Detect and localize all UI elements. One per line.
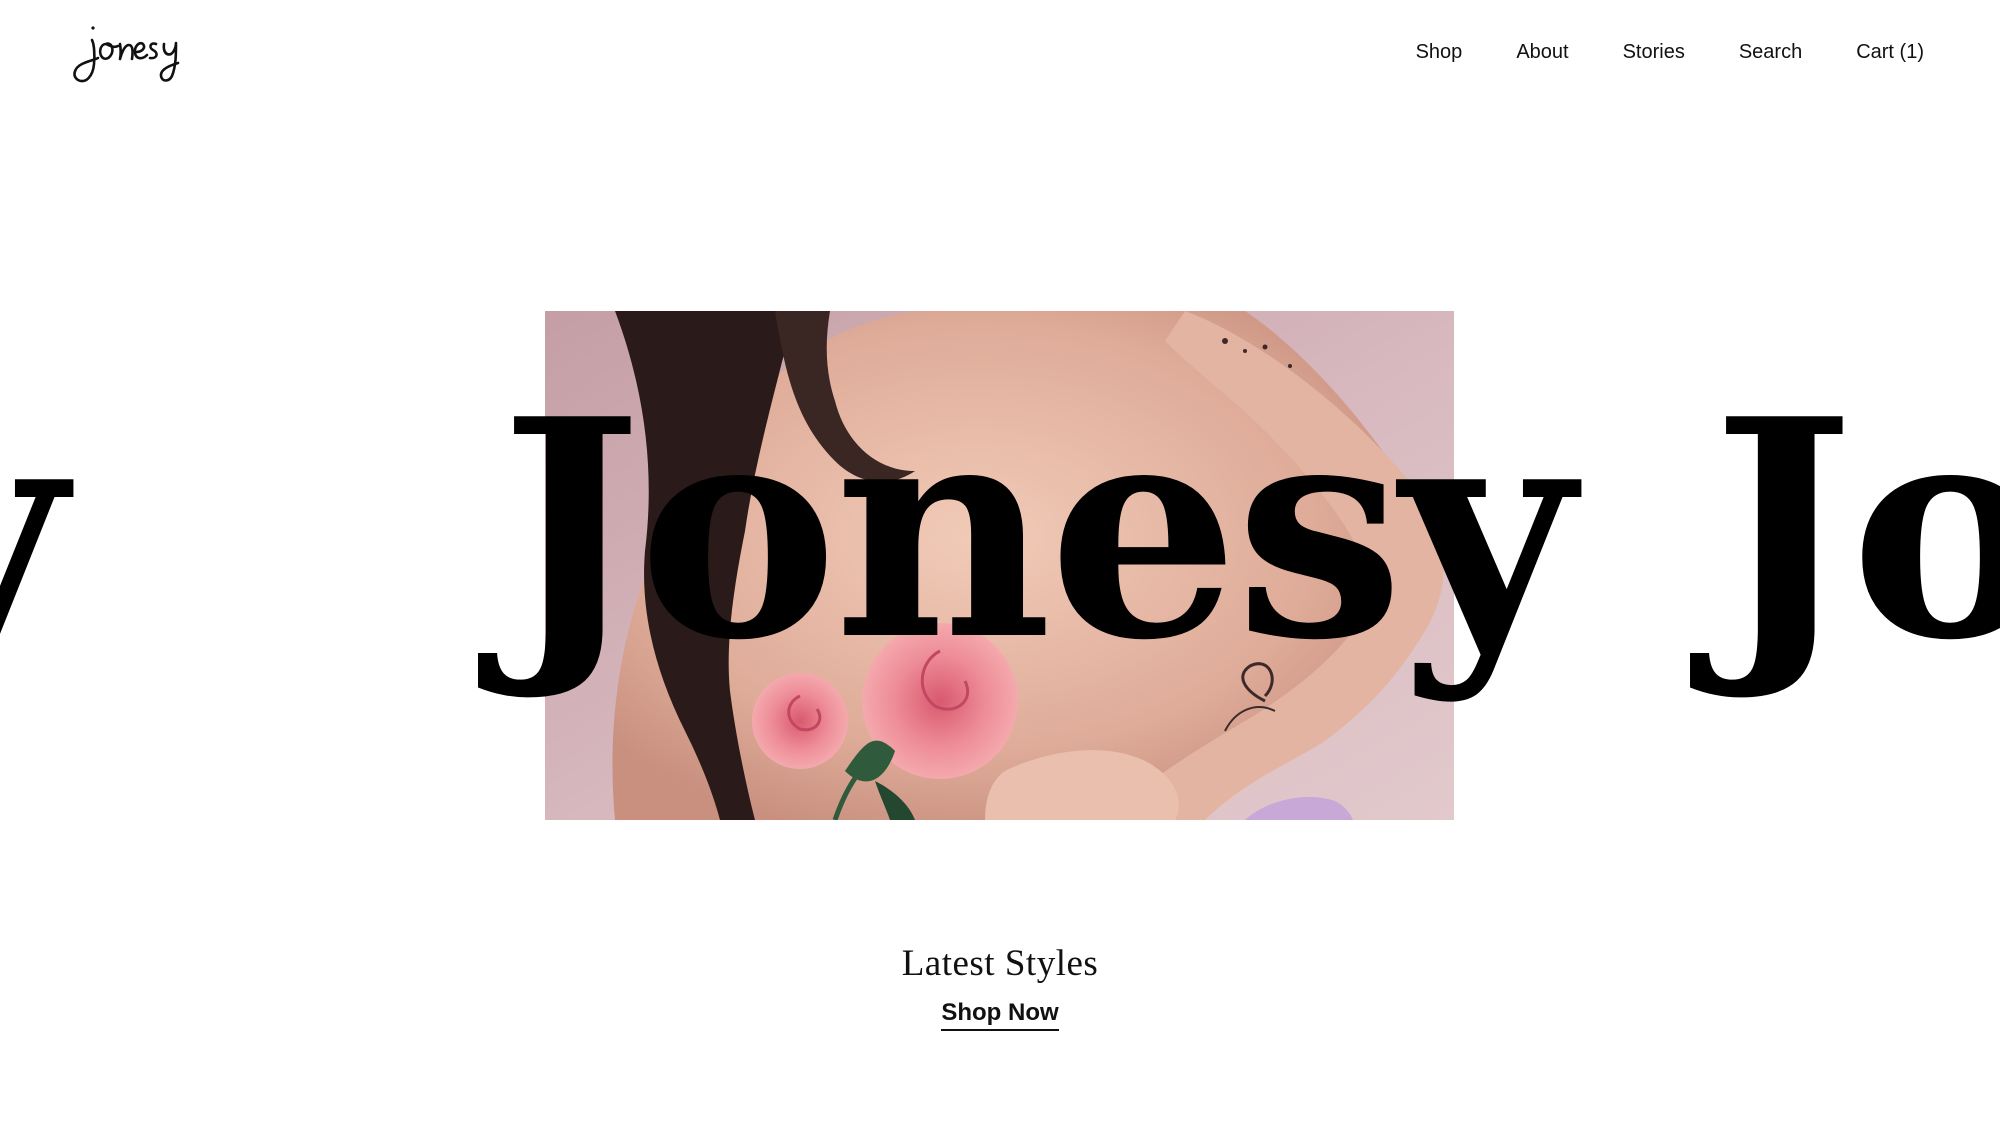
marquee-word: Jonesy <box>1712 353 2000 706</box>
nav-search[interactable]: Search <box>1739 36 1802 68</box>
marquee-word: Jonesy <box>0 340 66 720</box>
main-nav: Shop About Stories Search Cart (1) <box>1416 36 1924 68</box>
promo-title: Latest Styles <box>901 943 1099 984</box>
hero-photo[interactable] <box>545 311 1454 820</box>
page: Shop About Stories Search Cart (1) Jones… <box>0 0 2000 1125</box>
promo-section: Latest Styles Shop Now <box>0 938 2000 1031</box>
jonesy-logo[interactable] <box>70 14 214 90</box>
site-header: Shop About Stories Search Cart (1) <box>0 0 2000 110</box>
nav-about[interactable]: About <box>1516 36 1568 68</box>
logo-script-icon <box>73 26 180 83</box>
nav-shop[interactable]: Shop <box>1416 36 1463 68</box>
model-with-roses-photo-icon <box>545 311 1454 820</box>
nav-cart[interactable]: Cart (1) <box>1856 36 1924 68</box>
nav-stories[interactable]: Stories <box>1623 36 1685 68</box>
shop-now-link[interactable]: Shop Now <box>941 998 1059 1031</box>
